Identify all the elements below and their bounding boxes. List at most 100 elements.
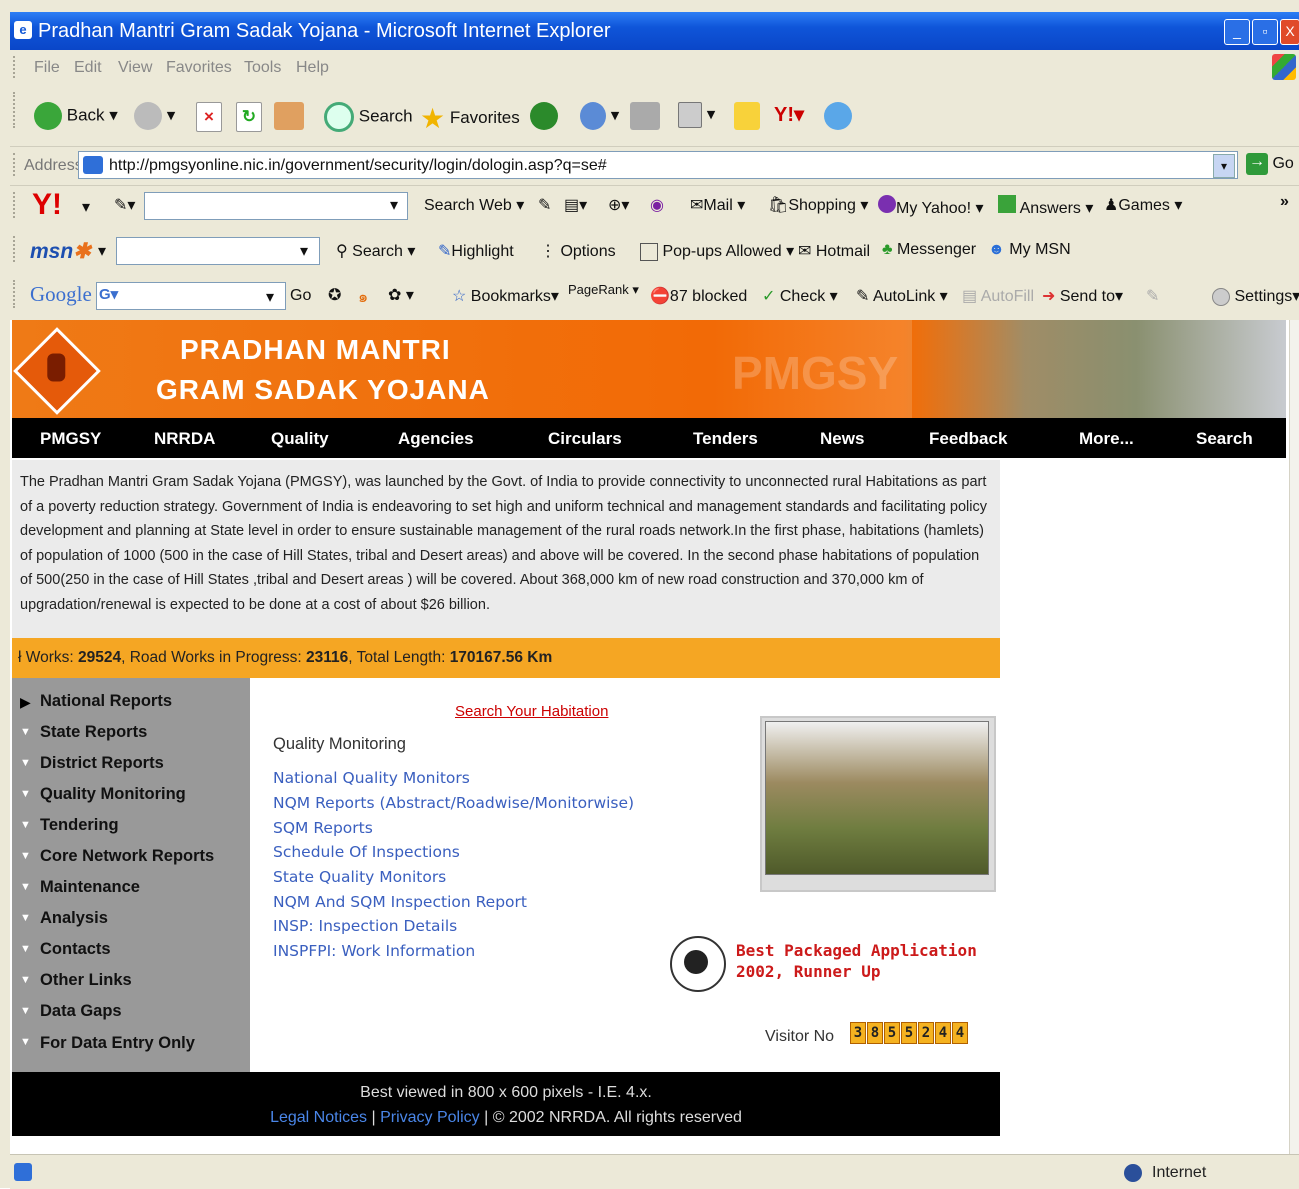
refresh-button[interactable]: ↻ (236, 102, 262, 132)
google-autofill-button[interactable]: ▤ AutoFill (962, 286, 1034, 306)
history-button[interactable] (530, 102, 558, 130)
google-spiral-icon[interactable]: ๑ (358, 285, 368, 310)
yahoo-globe-icon[interactable]: ⊕▾ (608, 195, 629, 215)
sidebar-item-maintenance[interactable]: Maintenance (40, 878, 140, 897)
link-inspection-report[interactable]: NQM And SQM Inspection Report (273, 893, 527, 911)
my-yahoo-button[interactable]: My Yahoo! ▾ (878, 195, 984, 218)
sidebar-item-data-entry[interactable]: For Data Entry Only (40, 1034, 195, 1053)
google-pagerank[interactable]: PageRank ▾ (568, 282, 639, 298)
vertical-scrollbar[interactable] (1289, 320, 1299, 1154)
msn-hotmail-button[interactable]: ✉ Hotmail (798, 241, 870, 261)
msn-logo-dropdown[interactable]: ▾ (98, 241, 106, 261)
google-highlighter-icon[interactable]: ✎ (1146, 286, 1159, 306)
discuss-button[interactable] (734, 102, 760, 130)
nav-tenders[interactable]: Tenders (693, 429, 758, 449)
msn-options-button[interactable]: ⋮ Options (540, 241, 616, 261)
yahoo-logo-dropdown[interactable]: ▾ (82, 197, 90, 217)
yahoo-answers-button[interactable]: Answers ▾ (998, 195, 1093, 218)
link-national-quality-monitors[interactable]: National Quality Monitors (273, 769, 470, 787)
close-button[interactable]: X (1280, 19, 1299, 45)
google-puzzle-icon[interactable]: ✿ ▾ (388, 285, 414, 305)
link-schedule-of-inspections[interactable]: Schedule Of Inspections (273, 843, 460, 861)
home-button[interactable] (274, 102, 304, 130)
google-news-icon[interactable]: ✪ (328, 285, 341, 305)
stop-button[interactable]: × (196, 102, 222, 132)
sidebar-item-core-network-reports[interactable]: Core Network Reports (40, 847, 214, 866)
menu-file[interactable]: File (34, 59, 60, 77)
google-sendto-button[interactable]: ➜ Send to▾ (1042, 286, 1123, 306)
address-input[interactable]: http://pmgsyonline.nic.in/government/sec… (78, 151, 1238, 179)
sidebar-item-other-links[interactable]: Other Links (40, 971, 132, 990)
go-button[interactable]: → Go (1246, 153, 1294, 175)
yahoo-pencil-icon[interactable]: ✎ (538, 195, 551, 215)
google-logo[interactable]: Google (30, 282, 92, 307)
google-bookmarks-button[interactable]: ☆ Bookmarks▾ (452, 286, 559, 306)
minimize-button[interactable]: _ (1224, 19, 1250, 45)
sidebar-item-quality-monitoring[interactable]: Quality Monitoring (40, 785, 186, 804)
maximize-button[interactable]: ▫ (1252, 19, 1278, 45)
sidebar-item-district-reports[interactable]: District Reports (40, 754, 164, 773)
link-nqm-reports[interactable]: NQM Reports (Abstract/Roadwise/Monitorwi… (273, 794, 634, 812)
yahoo-games-button[interactable]: ♟Games ▾ (1104, 195, 1182, 215)
address-dropdown[interactable]: ▾ (1213, 154, 1235, 178)
sidebar-item-national-reports[interactable]: National Reports (40, 692, 172, 711)
sidebar-item-state-reports[interactable]: State Reports (40, 723, 147, 742)
search-button[interactable]: Search (324, 102, 413, 132)
toolbar-more-chevron[interactable]: » (1280, 193, 1289, 211)
sidebar-item-data-gaps[interactable]: Data Gaps (40, 1002, 122, 1021)
google-autolink-button[interactable]: ✎ AutoLink ▾ (856, 286, 948, 306)
msn-logo[interactable]: msn✱ (30, 239, 91, 264)
privacy-policy-link[interactable]: Privacy Policy (380, 1109, 480, 1126)
msn-search-input[interactable] (116, 237, 320, 265)
messenger-button[interactable] (824, 102, 852, 130)
nav-search[interactable]: Search (1196, 429, 1253, 449)
msn-search-dropdown[interactable]: ▾ (300, 241, 308, 261)
nav-agencies[interactable]: Agencies (398, 429, 474, 449)
my-msn-button[interactable]: ☻ My MSN (988, 241, 1071, 259)
menu-edit[interactable]: Edit (74, 59, 102, 77)
msn-search-button[interactable]: ⚲ Search ▾ (336, 241, 415, 261)
google-popup-blocker[interactable]: ⛔87 blocked (650, 286, 747, 306)
google-search-input[interactable]: G▾ (96, 282, 286, 310)
nav-quality[interactable]: Quality (271, 429, 329, 449)
nav-feedback[interactable]: Feedback (929, 429, 1007, 449)
link-sqm-reports[interactable]: SQM Reports (273, 819, 373, 837)
mail-button[interactable]: ▾ (580, 102, 619, 130)
yahoo-bookmark-icon[interactable]: ▤▾ (564, 195, 587, 215)
msn-highlight-button[interactable]: ✎Highlight (438, 241, 514, 261)
nav-pmgsy[interactable]: PMGSY (40, 429, 101, 449)
menu-view[interactable]: View (118, 59, 152, 77)
print-button[interactable] (630, 102, 660, 130)
yahoo-mail-button[interactable]: ✉Mail ▾ (690, 195, 745, 215)
edit-button[interactable]: ▾ (678, 102, 715, 128)
yahoo-logo[interactable]: Y! (32, 188, 62, 222)
google-spellcheck-button[interactable]: ✓ Check ▾ (762, 286, 838, 306)
google-settings-button[interactable]: Settings▾ (1212, 286, 1299, 306)
nav-news[interactable]: News (820, 429, 864, 449)
google-go-button[interactable]: Go (290, 287, 311, 305)
yahoo-button[interactable]: Y!▾ (774, 102, 804, 127)
msn-popups-button[interactable]: Pop-ups Allowed ▾ (640, 241, 794, 261)
yahoo-search-input[interactable] (144, 192, 408, 220)
pencil-icon[interactable]: ✎▾ (114, 195, 135, 215)
yahoo-search-dropdown[interactable]: ▾ (390, 195, 398, 215)
search-habitation-link[interactable]: Search Your Habitation (455, 703, 608, 720)
yahoo-shopping-button[interactable]: 🛍Shopping ▾ (768, 195, 868, 215)
favorites-button[interactable]: ★ Favorites (420, 102, 520, 135)
link-insp-details[interactable]: INSP: Inspection Details (273, 917, 457, 935)
link-inspfpi-work-info[interactable]: INSPFPI: Work Information (273, 942, 475, 960)
menu-tools[interactable]: Tools (244, 59, 281, 77)
link-state-quality-monitors[interactable]: State Quality Monitors (273, 868, 446, 886)
title-bar[interactable]: e Pradhan Mantri Gram Sadak Yojana - Mic… (10, 12, 1299, 50)
menu-favorites[interactable]: Favorites (166, 59, 232, 77)
back-button[interactable]: Back ▾ (34, 102, 118, 130)
msn-messenger-button[interactable]: ♣ Messenger (882, 241, 976, 259)
yahoo-antispy-icon[interactable]: ◉ (650, 195, 664, 215)
nav-circulars[interactable]: Circulars (548, 429, 622, 449)
menu-help[interactable]: Help (296, 59, 329, 77)
google-search-dropdown[interactable]: ▾ (266, 287, 274, 307)
nav-more[interactable]: More... (1079, 429, 1134, 449)
legal-notices-link[interactable]: Legal Notices (270, 1109, 367, 1126)
sidebar-item-contacts[interactable]: Contacts (40, 940, 111, 959)
sidebar-item-tendering[interactable]: Tendering (40, 816, 119, 835)
